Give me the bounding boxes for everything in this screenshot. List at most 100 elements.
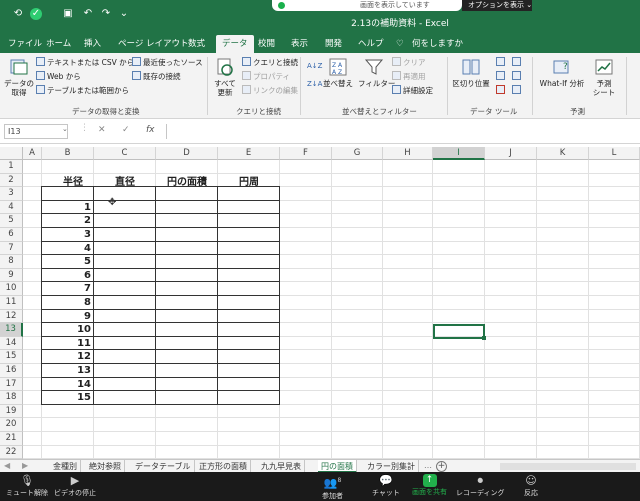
cancel-icon[interactable]: ✕ <box>98 125 106 135</box>
row-header-1[interactable]: 1 <box>0 160 23 174</box>
forecast-sheet-button[interactable]: 予測 シート <box>588 57 620 97</box>
sort-ascending-button[interactable]: A↓Z <box>307 61 322 71</box>
participants-button[interactable]: 👥8 参加者 <box>322 474 343 501</box>
reapply-button[interactable]: 再適用 <box>392 71 426 82</box>
row-header-8[interactable]: 8 <box>0 255 23 269</box>
row-header-19[interactable]: 19 <box>0 404 23 419</box>
clear-filter-button[interactable]: クリア <box>392 57 426 68</box>
tab-review[interactable]: 校閲 <box>258 35 275 53</box>
text-to-columns-button[interactable]: 区切り位置 <box>450 57 492 88</box>
row-header-6[interactable]: 6 <box>0 228 23 242</box>
row-header-10[interactable]: 10 <box>0 282 23 296</box>
tab-data[interactable]: データ <box>216 35 254 53</box>
column-header-i[interactable]: I <box>433 147 485 160</box>
tab-file[interactable]: ファイル <box>8 35 42 53</box>
column-header-a[interactable]: A <box>23 147 42 160</box>
row-header-5[interactable]: 5 <box>0 214 23 228</box>
what-if-analysis-button[interactable]: ? What-If 分析 <box>538 57 586 88</box>
refresh-all-button[interactable]: すべて 更新 <box>210 57 240 97</box>
unmute-button[interactable]: 🎙 ミュート解除 <box>6 474 48 498</box>
row-header-18[interactable]: 18 <box>0 391 23 405</box>
flash-fill-button[interactable] <box>496 57 507 68</box>
horizontal-scrollbar[interactable] <box>500 463 636 470</box>
radius-cell[interactable]: 11 <box>42 337 91 351</box>
filter-button[interactable]: フィルター <box>358 57 395 88</box>
name-box[interactable]: I13 <box>4 124 68 139</box>
tab-developer[interactable]: 開発 <box>325 35 342 53</box>
data-model-button[interactable] <box>512 85 523 96</box>
radius-cell[interactable]: 10 <box>42 323 91 337</box>
tab-help[interactable]: ヘルプ <box>358 35 384 53</box>
next-sheet-icon[interactable]: ▶ <box>22 461 28 470</box>
row-header-21[interactable]: 21 <box>0 432 23 446</box>
recent-sources-button[interactable]: 最近使ったソース <box>132 57 203 68</box>
column-header-b[interactable]: B <box>42 147 94 160</box>
row-header-12[interactable]: 12 <box>0 309 23 324</box>
data-validation-button[interactable] <box>496 85 507 96</box>
add-sheet-icon[interactable]: + <box>436 461 447 472</box>
column-header-c[interactable]: C <box>94 147 156 160</box>
row-header-14[interactable]: 14 <box>0 336 23 351</box>
radius-cell[interactable]: 5 <box>42 255 91 269</box>
get-data-button[interactable]: データの 取得 <box>4 57 34 97</box>
consolidate-button[interactable] <box>512 57 523 68</box>
column-header-j[interactable]: J <box>485 147 537 160</box>
advanced-filter-button[interactable]: 詳細設定 <box>392 85 433 96</box>
row-header-11[interactable]: 11 <box>0 296 23 310</box>
row-header-4[interactable]: 4 <box>0 200 23 215</box>
row-header-7[interactable]: 7 <box>0 241 23 256</box>
row-header-20[interactable]: 20 <box>0 418 23 432</box>
row-header-17[interactable]: 17 <box>0 377 23 392</box>
chat-button[interactable]: 💬 チャット <box>372 474 400 498</box>
sort-descending-button[interactable]: Z↓A <box>307 79 322 89</box>
radius-cell[interactable]: 12 <box>42 350 91 364</box>
existing-connections-button[interactable]: 既存の接続 <box>132 71 181 82</box>
stop-video-button[interactable]: ▶ ビデオの停止 <box>54 474 96 498</box>
row-header-2[interactable]: 2 <box>0 173 23 188</box>
from-web-button[interactable]: Web から <box>36 71 81 82</box>
header-circumference[interactable]: 円周 <box>218 177 280 189</box>
column-header-l[interactable]: L <box>589 147 640 160</box>
radius-cell[interactable]: 13 <box>42 364 91 378</box>
prev-sheet-icon[interactable]: ◀ <box>4 461 10 470</box>
row-header-3[interactable]: 3 <box>0 187 23 201</box>
formula-input[interactable] <box>166 124 636 139</box>
fill-handle[interactable] <box>482 336 486 340</box>
row-header-13[interactable]: 13 <box>0 323 23 337</box>
radius-cell[interactable]: 14 <box>42 378 91 392</box>
queries-connections-button[interactable]: クエリと接続 <box>242 57 298 68</box>
view-options-button[interactable]: オプションを表示 ⌄ <box>462 0 532 11</box>
tab-page-layout[interactable]: ページ レイアウト <box>118 35 189 53</box>
remove-duplicates-button[interactable] <box>496 71 507 82</box>
column-header-f[interactable]: F <box>280 147 332 160</box>
radius-cell[interactable]: 9 <box>42 310 91 324</box>
radius-cell[interactable]: 8 <box>42 296 91 310</box>
column-header-k[interactable]: K <box>537 147 589 160</box>
share-screen-button[interactable]: ↑ 画面を共有 <box>412 474 447 497</box>
radius-cell[interactable]: 3 <box>42 228 91 242</box>
radius-cell[interactable]: 7 <box>42 282 91 296</box>
tab-view[interactable]: 表示 <box>291 35 308 53</box>
header-diameter[interactable]: 直径 <box>94 177 156 189</box>
header-circle-area[interactable]: 円の面積 <box>156 177 218 189</box>
relationships-button[interactable] <box>512 71 523 82</box>
radius-cell[interactable]: 15 <box>42 391 91 405</box>
radius-cell[interactable]: 4 <box>42 242 91 256</box>
row-header-22[interactable]: 22 <box>0 445 23 459</box>
more-sheets-icon[interactable]: … <box>424 461 432 470</box>
select-all-corner[interactable] <box>0 147 23 160</box>
column-header-g[interactable]: G <box>332 147 383 160</box>
edit-links-button[interactable]: リンクの編集 <box>242 85 298 96</box>
worksheet-grid[interactable]: ABCDEFGHIJKL 1 2 3 4 5 6 7 8 9 10 11 12 13 14 15 16 17 18… <box>0 147 640 459</box>
radius-cell[interactable]: 2 <box>42 214 91 228</box>
row-header-9[interactable]: 9 <box>0 268 23 283</box>
tab-home[interactable]: ホーム <box>46 35 71 53</box>
tab-insert[interactable]: 挿入 <box>84 35 101 53</box>
sort-button[interactable]: Z AA Z 並べ替え <box>322 57 354 88</box>
column-header-h[interactable]: H <box>383 147 433 160</box>
from-table-button[interactable]: テーブルまたは範囲から <box>36 85 129 96</box>
radius-cell[interactable]: 1 <box>42 201 91 215</box>
row-header-16[interactable]: 16 <box>0 364 23 378</box>
reactions-button[interactable]: ☺ 反応 <box>524 474 538 498</box>
tell-me-search[interactable]: 何をしますか <box>412 35 463 53</box>
